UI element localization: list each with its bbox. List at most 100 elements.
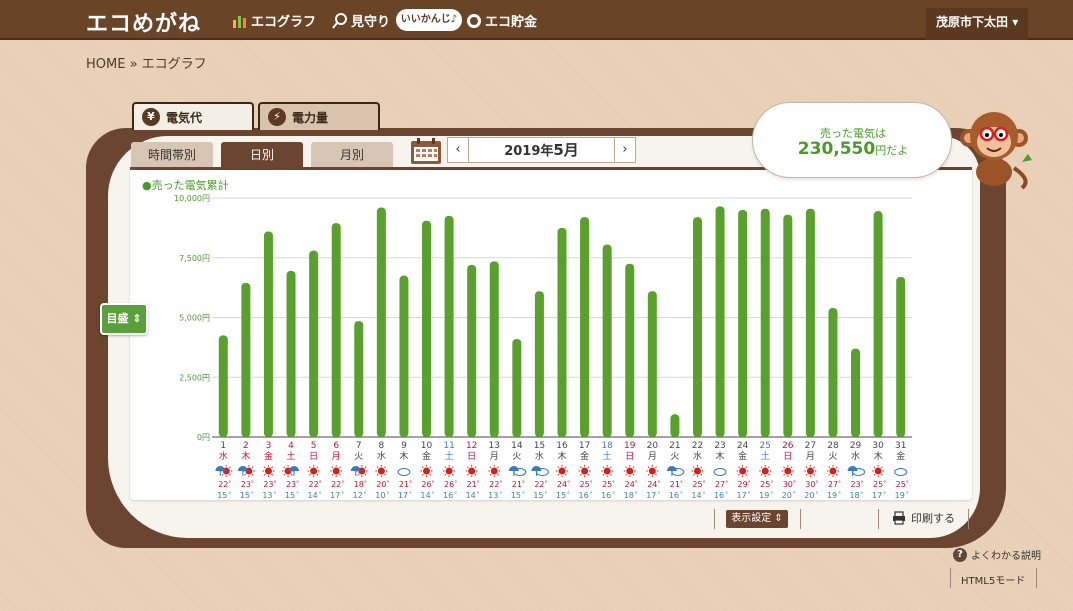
day-label: 7 bbox=[356, 441, 362, 451]
weekday-label: 日 bbox=[783, 451, 792, 462]
sun-ray bbox=[474, 466, 477, 469]
day-label: 23 bbox=[714, 441, 725, 451]
nav-label: エコ貯金 bbox=[485, 15, 538, 30]
low-temp-label: 16 bbox=[443, 491, 453, 500]
day-label: 28 bbox=[827, 441, 839, 451]
temp-unit-label: ° bbox=[590, 480, 593, 487]
day-label: 30 bbox=[872, 441, 884, 451]
sun-ray bbox=[271, 473, 274, 476]
sun-ray bbox=[429, 473, 432, 476]
high-temp-label: 21 bbox=[670, 480, 680, 489]
sun-icon bbox=[377, 467, 385, 475]
weekday-label: 火 bbox=[828, 451, 837, 462]
prev-month-button[interactable]: ‹ bbox=[447, 137, 469, 163]
tab-hourly[interactable]: 時間帯別 bbox=[131, 142, 213, 168]
sun-icon bbox=[581, 467, 589, 475]
tab-electricity-cost[interactable]: ¥ 電気代 bbox=[132, 102, 254, 130]
print-button[interactable]: 印刷する bbox=[892, 510, 955, 526]
faq-link[interactable]: ? よくわかる説明 bbox=[953, 547, 1041, 562]
weekday-label: 金 bbox=[264, 450, 273, 462]
day-label: 15 bbox=[534, 441, 545, 451]
tab-monthly[interactable]: 月別 bbox=[311, 142, 393, 168]
sun-ray bbox=[738, 466, 740, 469]
temp-unit-label: ° bbox=[748, 491, 751, 498]
high-temp-label: 21 bbox=[399, 480, 409, 489]
weekday-label: 金 bbox=[580, 450, 589, 462]
low-temp-label: 15 bbox=[533, 491, 543, 500]
weekday-label: 水 bbox=[693, 450, 702, 462]
temp-unit-label: ° bbox=[793, 480, 796, 487]
calendar-icon[interactable] bbox=[410, 137, 442, 165]
sun-ray bbox=[587, 473, 590, 476]
low-temp-label: 16 bbox=[669, 491, 679, 500]
nav-ecograph[interactable]: エコグラフ bbox=[232, 11, 316, 30]
faq-label: よくわかる説明 bbox=[971, 551, 1041, 562]
high-temp-label: 26 bbox=[421, 480, 431, 489]
next-month-button[interactable]: › bbox=[614, 137, 636, 163]
day-label: 6 bbox=[333, 441, 339, 451]
scale-button[interactable]: 目盛 ⇕ bbox=[100, 303, 148, 335]
sun-ray bbox=[745, 473, 748, 476]
temp-unit-label: ° bbox=[273, 480, 276, 487]
weekday-label: 土 bbox=[287, 450, 296, 462]
html5-mode-link[interactable]: HTML5モード bbox=[961, 572, 1025, 587]
sun-ray bbox=[451, 473, 454, 476]
display-settings-button[interactable]: 表示設定 ⇕ bbox=[726, 510, 788, 528]
temp-unit-label: ° bbox=[702, 480, 705, 487]
sun-ray bbox=[421, 473, 424, 476]
temp-unit-label: ° bbox=[680, 491, 683, 498]
temp-unit-label: ° bbox=[386, 491, 389, 498]
temp-unit-label: ° bbox=[499, 491, 502, 498]
day-label: 26 bbox=[782, 441, 794, 451]
sun-ray bbox=[229, 466, 231, 469]
temp-unit-label: ° bbox=[409, 491, 412, 498]
low-temp-label: 13 bbox=[488, 491, 498, 500]
temp-unit-label: ° bbox=[567, 491, 570, 498]
sun-ray bbox=[283, 473, 286, 476]
cloud-icon bbox=[397, 468, 411, 476]
bar bbox=[873, 211, 883, 437]
bar bbox=[331, 223, 341, 437]
sun-icon bbox=[468, 467, 476, 475]
app-logo[interactable]: エコめがね bbox=[86, 6, 201, 38]
location-dropdown[interactable]: 茂原市下太田 ▾ bbox=[926, 8, 1029, 40]
sun-icon bbox=[784, 467, 792, 475]
high-temp-label: 22 bbox=[309, 480, 319, 489]
bar bbox=[489, 261, 499, 437]
low-temp-label: 19 bbox=[759, 491, 769, 500]
sun-ray bbox=[647, 473, 650, 476]
temp-unit-label: ° bbox=[522, 491, 525, 498]
temp-unit-label: ° bbox=[725, 491, 728, 498]
sun-ray bbox=[564, 473, 567, 476]
low-temp-label: 20 bbox=[782, 491, 792, 500]
nav-eco-savings[interactable]: エコ貯金 bbox=[466, 11, 537, 30]
sun-icon bbox=[264, 467, 272, 475]
temp-unit-label: ° bbox=[432, 491, 435, 498]
low-temp-label: 15 bbox=[240, 491, 250, 500]
low-temp-label: 17 bbox=[398, 491, 408, 500]
day-label: 27 bbox=[805, 441, 816, 451]
temp-unit-label: ° bbox=[612, 480, 615, 487]
temp-unit-label: ° bbox=[657, 491, 660, 498]
low-temp-label: 17 bbox=[872, 491, 882, 500]
low-temp-label: 19 bbox=[827, 491, 837, 500]
weekday-label: 金 bbox=[896, 450, 905, 462]
sun-ray bbox=[467, 473, 469, 476]
temp-unit-label: ° bbox=[477, 480, 480, 487]
high-temp-label: 23 bbox=[263, 480, 273, 489]
weekday-label: 土 bbox=[603, 450, 612, 462]
sun-ray bbox=[331, 473, 334, 476]
nav-mimamori[interactable]: 見守り bbox=[332, 11, 390, 30]
tab-electricity-amount[interactable]: ⚡ 電力量 bbox=[258, 102, 380, 130]
divider bbox=[1036, 568, 1037, 588]
sun-ray bbox=[880, 466, 883, 469]
sun-ray bbox=[564, 466, 567, 469]
monkey-mascot-icon bbox=[960, 112, 1032, 190]
nav-label: エコグラフ bbox=[251, 15, 317, 30]
bar bbox=[580, 217, 590, 437]
sun-ray bbox=[444, 473, 447, 476]
tab-daily[interactable]: 日別 bbox=[221, 142, 303, 168]
day-label: 12 bbox=[466, 441, 477, 451]
tab-label: 電気代 bbox=[166, 110, 203, 125]
weekday-label: 火 bbox=[354, 451, 363, 462]
